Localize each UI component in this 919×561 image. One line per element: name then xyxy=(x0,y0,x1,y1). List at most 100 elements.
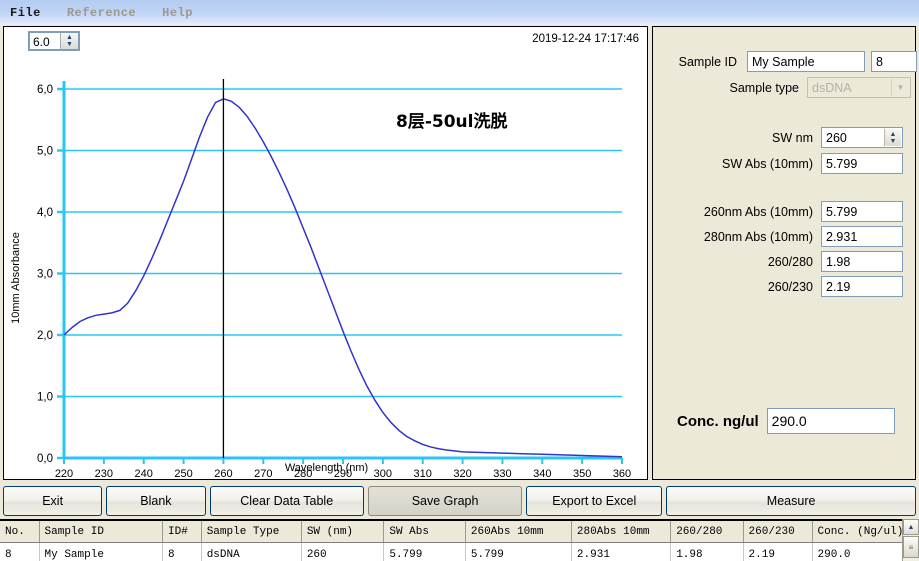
table-row[interactable]: 8 My Sample 8 dsDNA 260 5.799 5.799 2.931 1.98 2.… xyxy=(0,542,919,561)
svg-text:250: 250 xyxy=(174,468,192,479)
svg-text:1,0: 1,0 xyxy=(37,392,53,404)
table-header-sample-id[interactable]: Sample ID xyxy=(39,521,164,543)
table-header-280abs-10mm[interactable]: 280Abs 10mm xyxy=(571,521,672,543)
svg-text:310: 310 xyxy=(414,468,432,479)
results-table: No. Sample ID ID# Sample Type SW (nm) SW Abs 2… xyxy=(0,521,919,561)
abs260-row: 260nm Abs (10mm) 5.799 xyxy=(663,201,903,222)
svg-text:3,0: 3,0 xyxy=(37,269,53,281)
concentration-value[interactable]: 290.0 xyxy=(766,408,895,434)
svg-text:260: 260 xyxy=(214,468,232,479)
sw-nm-spinner-up-icon[interactable]: ▲ xyxy=(890,131,897,138)
sw-nm-value: 260 xyxy=(826,131,847,145)
svg-text:330: 330 xyxy=(493,468,511,479)
menu-item-file[interactable]: File xyxy=(10,6,41,20)
svg-text:290: 290 xyxy=(334,468,352,479)
x-axis-ticks: 220 230 240 250 260 270 280 290 300 310 320 330 340 3… xyxy=(55,458,631,479)
spectrophotometer-window: File Reference Help 6.0 ▲ ▼ 2019-12-24 1… xyxy=(0,0,919,561)
table-header-id[interactable]: ID# xyxy=(162,521,202,543)
concentration-row: Conc. ng/ul 290.0 xyxy=(677,408,895,434)
svg-text:4,0: 4,0 xyxy=(37,207,53,219)
sw-nm-input[interactable]: 260 ▲ ▼ xyxy=(821,127,903,148)
table-header-sw-nm[interactable]: SW (nm) xyxy=(301,521,385,543)
scroll-up-icon[interactable]: ▲ xyxy=(903,519,919,535)
svg-text:300: 300 xyxy=(374,468,392,479)
y-axis-ticks: 0,0 1,0 2,0 3,0 4,0 5,0 6,0 xyxy=(37,84,64,465)
sw-nm-label: SW nm xyxy=(772,130,813,145)
abs280-label: 280nm Abs (10mm) xyxy=(703,229,813,244)
table-header-260-280[interactable]: 260/280 xyxy=(670,521,744,543)
table-header-260-230[interactable]: 260/230 xyxy=(743,521,813,543)
table-cell: 1.98 xyxy=(670,542,744,561)
concentration-label: Conc. ng/ul xyxy=(677,412,759,430)
abs280-row: 280nm Abs (10mm) 2.931 xyxy=(663,226,903,247)
ratio-260-280-value[interactable]: 1.98 xyxy=(821,251,903,272)
table-cell: 260 xyxy=(301,542,385,561)
menu-item-help[interactable]: Help xyxy=(162,6,193,20)
table-header-sw-abs[interactable]: SW Abs xyxy=(383,521,466,543)
sample-number-input[interactable]: 8 xyxy=(871,51,917,72)
action-button-bar: Exit Blank Clear Data Table Save Graph Expor… xyxy=(0,483,919,519)
graph-panel: 6.0 ▲ ▼ 2019-12-24 17:17:46 8层-50ul洗脱 10… xyxy=(3,26,648,480)
svg-text:220: 220 xyxy=(55,468,73,479)
svg-text:340: 340 xyxy=(533,468,551,479)
svg-text:6,0: 6,0 xyxy=(37,84,53,96)
sample-id-label: Sample ID xyxy=(678,54,737,69)
ratio-260-280-label: 260/280 xyxy=(767,254,813,269)
table-cell: My Sample xyxy=(39,542,164,561)
sample-type-select[interactable]: dsDNA ▼ xyxy=(807,77,911,98)
svg-text:230: 230 xyxy=(95,468,113,479)
abs260-label: 260nm Abs (10mm) xyxy=(703,204,813,219)
svg-text:2,0: 2,0 xyxy=(37,330,53,342)
svg-text:320: 320 xyxy=(453,468,471,479)
menu-item-reference[interactable]: Reference xyxy=(67,6,136,20)
button-save-graph[interactable]: Save Graph xyxy=(367,486,523,516)
ratio-260-230-row: 260/230 2.19 xyxy=(663,276,903,297)
ratio-260-230-label: 260/230 xyxy=(767,279,813,294)
button-measure[interactable]: Measure xyxy=(666,486,917,516)
table-cell: 8 xyxy=(0,542,40,561)
table-cell: 5.799 xyxy=(465,542,572,561)
data-table-container[interactable]: No. Sample ID ID# Sample Type SW (nm) SW Abs 2… xyxy=(0,519,919,561)
table-cell: 8 xyxy=(162,542,202,561)
sw-nm-spinner[interactable]: ▲ ▼ xyxy=(884,129,901,146)
ratio-260-280-row: 260/280 1.98 xyxy=(663,251,903,272)
table-header-row: No. Sample ID ID# Sample Type SW (nm) SW Abs 2… xyxy=(0,521,919,543)
abs260-value[interactable]: 5.799 xyxy=(821,201,903,222)
svg-text:5,0: 5,0 xyxy=(37,146,53,158)
table-vertical-scrollbar[interactable]: ▲ ≡ xyxy=(902,519,919,561)
table-cell: 2.931 xyxy=(571,542,672,561)
button-export-to-excel[interactable]: Export to Excel xyxy=(526,486,663,516)
absorbance-curve xyxy=(63,98,623,458)
svg-text:0,0: 0,0 xyxy=(37,453,53,465)
table-body: 8 My Sample 8 dsDNA 260 5.799 5.799 2.931 1.98 2.… xyxy=(0,542,919,561)
sample-type-label: Sample type xyxy=(729,80,799,95)
table-header-no[interactable]: No. xyxy=(0,521,40,543)
table-header-sample-type[interactable]: Sample Type xyxy=(201,521,302,543)
chevron-down-icon[interactable]: ▼ xyxy=(891,79,909,96)
sample-data-panel: Sample ID My Sample 8 Sample type dsDNA … xyxy=(652,26,917,480)
sample-id-input[interactable]: My Sample xyxy=(747,51,865,72)
button-blank[interactable]: Blank xyxy=(106,486,206,516)
sw-nm-row: SW nm 260 ▲ ▼ xyxy=(663,127,903,148)
table-header-260abs-10mm[interactable]: 260Abs 10mm xyxy=(465,521,572,543)
abs280-value[interactable]: 2.931 xyxy=(821,226,903,247)
spectrum-plot[interactable]: 0,0 1,0 2,0 3,0 4,0 5,0 6,0 220 230 240 250 260 270… xyxy=(4,27,649,479)
svg-text:350: 350 xyxy=(573,468,591,479)
sample-type-row: Sample type dsDNA ▼ xyxy=(663,77,911,98)
sw-abs-row: SW Abs (10mm) 5.799 xyxy=(663,153,903,174)
sw-nm-spinner-down-icon[interactable]: ▼ xyxy=(890,138,897,145)
svg-text:270: 270 xyxy=(254,468,272,479)
sw-abs-label: SW Abs (10mm) xyxy=(722,156,813,171)
sample-type-value: dsDNA xyxy=(812,81,852,95)
button-exit[interactable]: Exit xyxy=(3,486,103,516)
table-cell: dsDNA xyxy=(201,542,302,561)
sw-abs-value[interactable]: 5.799 xyxy=(821,153,903,174)
table-cell: 2.19 xyxy=(743,542,813,561)
ratio-260-230-value[interactable]: 2.19 xyxy=(821,276,903,297)
scroll-thumb[interactable]: ≡ xyxy=(903,536,919,558)
grid-lines xyxy=(64,88,622,459)
svg-text:280: 280 xyxy=(294,468,312,479)
button-clear-data-table[interactable]: Clear Data Table xyxy=(209,486,364,516)
menu-bar: File Reference Help xyxy=(0,0,919,25)
sample-id-row: Sample ID My Sample 8 xyxy=(663,51,917,72)
